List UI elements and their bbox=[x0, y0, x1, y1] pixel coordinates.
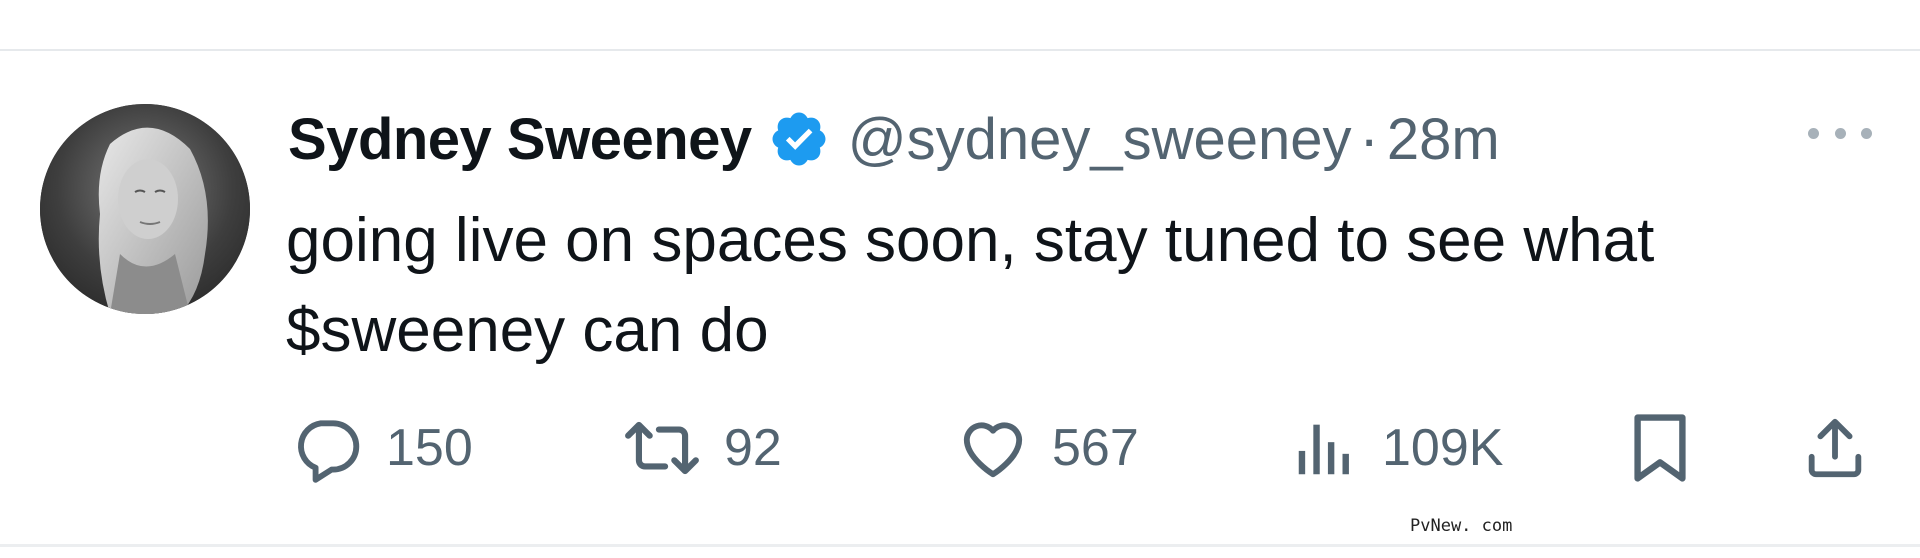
display-name[interactable]: Sydney Sweeney bbox=[288, 106, 752, 173]
more-dot bbox=[1861, 127, 1872, 139]
like-count: 567 bbox=[1052, 419, 1139, 477]
heart-icon bbox=[963, 422, 1023, 478]
profile-photo-icon bbox=[40, 104, 250, 314]
tweet-header: Sydney Sweeney @sydney_sweeney · 28m bbox=[288, 98, 1500, 180]
reply-button[interactable]: 150 bbox=[290, 408, 473, 488]
repost-button[interactable]: 92 bbox=[622, 408, 782, 488]
share-icon bbox=[1808, 418, 1862, 478]
repost-icon bbox=[625, 421, 699, 475]
like-button[interactable]: 567 bbox=[956, 408, 1139, 488]
separator-dot: · bbox=[1359, 106, 1379, 172]
views-button[interactable]: 109K bbox=[1290, 408, 1503, 488]
watermark: PvNew. com bbox=[1410, 516, 1513, 536]
reply-count: 150 bbox=[386, 419, 473, 477]
tweet-text: going live on spaces soon, stay tuned to… bbox=[286, 206, 1655, 365]
more-dot bbox=[1808, 127, 1819, 139]
views-count: 109K bbox=[1382, 419, 1504, 477]
bottom-divider bbox=[0, 544, 1920, 547]
more-icon[interactable] bbox=[1808, 118, 1872, 148]
top-divider bbox=[0, 49, 1920, 51]
share-button[interactable] bbox=[1800, 408, 1870, 488]
avatar[interactable] bbox=[40, 104, 250, 314]
bookmark-icon bbox=[1634, 414, 1686, 482]
bookmark-button[interactable] bbox=[1628, 408, 1692, 488]
verified-badge-icon bbox=[772, 112, 826, 166]
timestamp[interactable]: 28m bbox=[1387, 106, 1500, 173]
repost-count: 92 bbox=[724, 419, 782, 477]
views-icon bbox=[1298, 424, 1349, 475]
handle[interactable]: @sydney_sweeney bbox=[848, 106, 1352, 173]
tweet-page: Sydney Sweeney @sydney_sweeney · 28m goi… bbox=[0, 0, 1920, 558]
more-dot bbox=[1834, 127, 1846, 139]
action-bar: 150 92 567 109K bbox=[0, 408, 1920, 488]
comment-icon bbox=[298, 420, 360, 483]
